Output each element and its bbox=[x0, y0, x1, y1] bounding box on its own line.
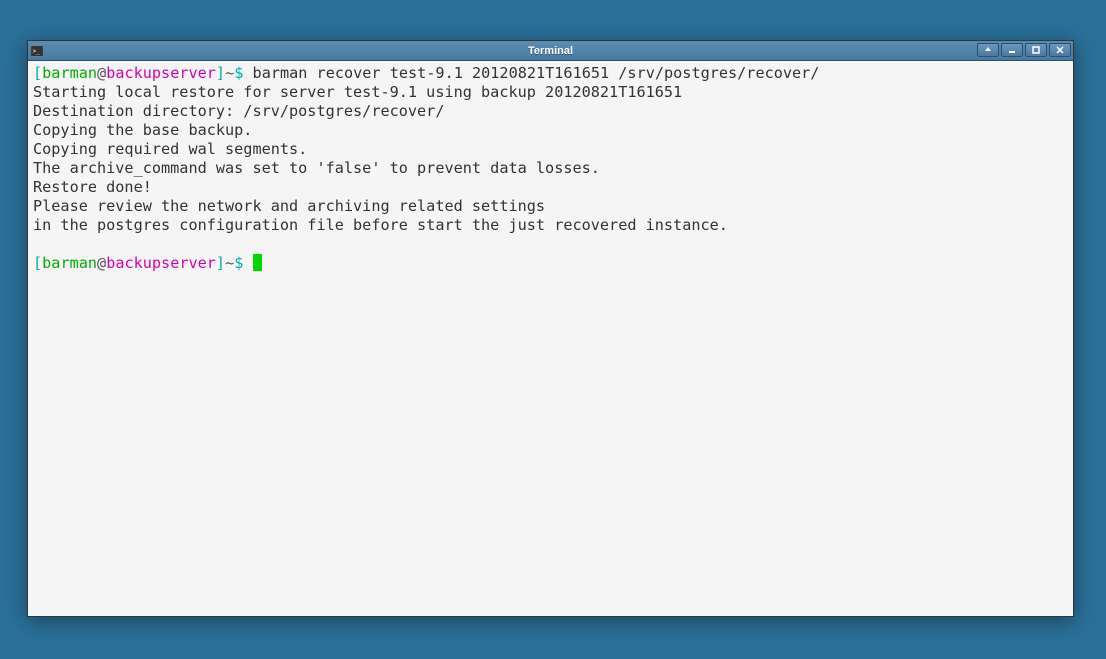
command: barman recover test-9.1 20120821T161651 … bbox=[253, 64, 820, 82]
window-title: Terminal bbox=[528, 45, 573, 57]
command-text bbox=[243, 64, 252, 82]
prompt-at: @ bbox=[97, 64, 106, 82]
prompt-user: barman bbox=[42, 64, 97, 82]
minimize-button[interactable] bbox=[1001, 43, 1023, 57]
prompt-user: barman bbox=[42, 254, 97, 272]
cursor-icon bbox=[253, 254, 262, 271]
shade-button[interactable] bbox=[977, 43, 999, 57]
prompt-open-bracket: [ bbox=[33, 254, 42, 272]
maximize-button[interactable] bbox=[1025, 43, 1047, 57]
output-line: Destination directory: /srv/postgres/rec… bbox=[33, 102, 1068, 121]
terminal-body[interactable]: [barman@backupserver]~$ barman recover t… bbox=[28, 61, 1073, 616]
prompt-at: @ bbox=[97, 254, 106, 272]
prompt-host: backupserver bbox=[106, 64, 216, 82]
prompt-line-2: [barman@backupserver]~$ bbox=[33, 254, 1068, 273]
output-line: The archive_command was set to 'false' t… bbox=[33, 159, 1068, 178]
titlebar[interactable]: >_ Terminal bbox=[28, 41, 1073, 61]
output-line: in the postgres configuration file befor… bbox=[33, 216, 1068, 235]
prompt-tilde: ~ bbox=[225, 64, 234, 82]
output-line: Restore done! bbox=[33, 178, 1068, 197]
terminal-app-icon: >_ bbox=[30, 44, 44, 58]
blank-line bbox=[33, 235, 1068, 254]
window-controls bbox=[977, 43, 1071, 57]
prompt-close-bracket: ] bbox=[216, 254, 225, 272]
terminal-window: >_ Terminal [barman@backupserver]~$ barm… bbox=[27, 40, 1074, 617]
output-line: Please review the network and archiving … bbox=[33, 197, 1068, 216]
close-button[interactable] bbox=[1049, 43, 1071, 57]
prompt-line-1: [barman@backupserver]~$ barman recover t… bbox=[33, 64, 1068, 83]
output-line: Copying the base backup. bbox=[33, 121, 1068, 140]
output-line: Starting local restore for server test-9… bbox=[33, 83, 1068, 102]
prompt-tilde: ~ bbox=[225, 254, 234, 272]
prompt-close-bracket: ] bbox=[216, 64, 225, 82]
output-line: Copying required wal segments. bbox=[33, 140, 1068, 159]
prompt-host: backupserver bbox=[106, 254, 216, 272]
svg-text:>_: >_ bbox=[33, 47, 41, 54]
prompt-open-bracket: [ bbox=[33, 64, 42, 82]
